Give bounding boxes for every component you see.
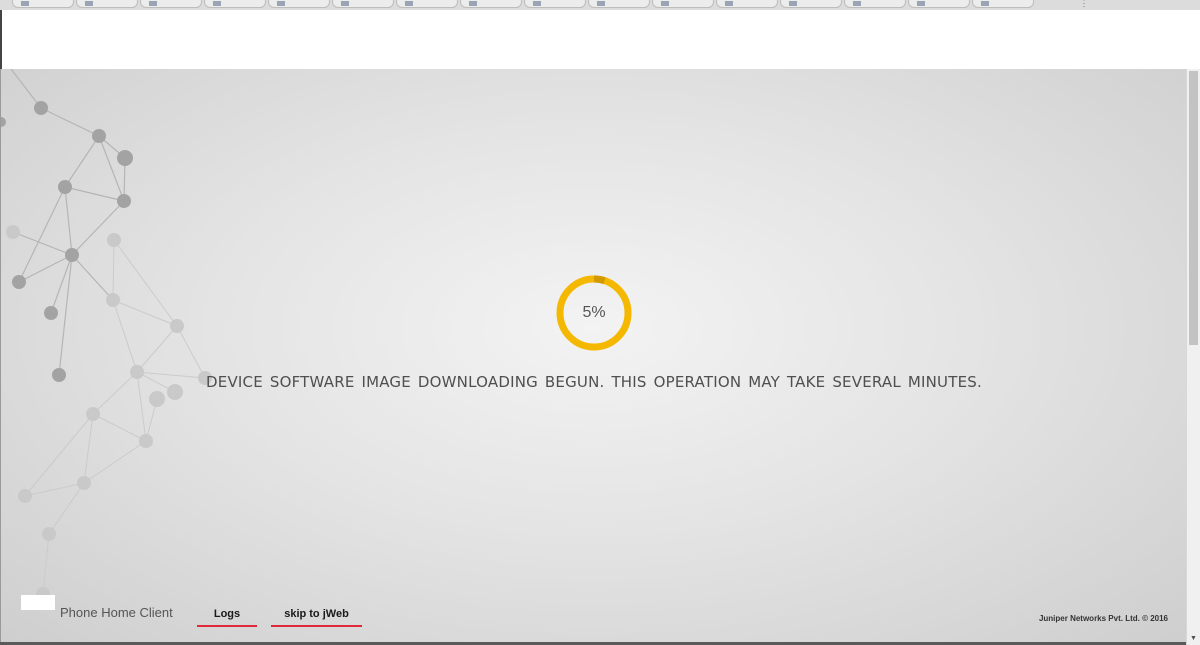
chevron-down-icon[interactable]: ▼ bbox=[1189, 635, 1198, 643]
tab-favicon-icon bbox=[661, 1, 669, 6]
tab-favicon-icon bbox=[341, 1, 349, 6]
browser-tab[interactable] bbox=[588, 0, 650, 8]
skip-to-jweb-link[interactable]: skip to jWeb bbox=[271, 608, 362, 627]
header-panel bbox=[0, 10, 1200, 69]
browser-tab[interactable] bbox=[844, 0, 906, 8]
tab-favicon-icon bbox=[85, 1, 93, 6]
network-nodes-light bbox=[6, 225, 212, 601]
tab-favicon-icon bbox=[277, 1, 285, 6]
browser-tab[interactable] bbox=[332, 0, 394, 8]
tab-favicon-icon bbox=[725, 1, 733, 6]
status-message: DEVICE SOFTWARE IMAGE DOWNLOADING BEGUN.… bbox=[206, 373, 982, 391]
tab-favicon-icon bbox=[853, 1, 861, 6]
logs-link[interactable]: Logs bbox=[197, 608, 257, 627]
tab-favicon-icon bbox=[789, 1, 797, 6]
tab-favicon-icon bbox=[981, 1, 989, 6]
network-background-graphic bbox=[1, 69, 212, 601]
three-dot-menu-icon[interactable]: ⋮ bbox=[1074, 0, 1094, 8]
network-lines-light bbox=[24, 239, 206, 595]
browser-tab[interactable] bbox=[140, 0, 202, 8]
browser-tab[interactable] bbox=[268, 0, 330, 8]
scrollbar-thumb[interactable] bbox=[1189, 71, 1198, 345]
main-content bbox=[0, 69, 1186, 645]
browser-tab[interactable] bbox=[76, 0, 138, 8]
browser-tab[interactable] bbox=[716, 0, 778, 8]
vertical-scrollbar[interactable]: ▼ bbox=[1186, 69, 1200, 645]
tab-favicon-icon bbox=[469, 1, 477, 6]
progress-percent: 5% bbox=[582, 304, 606, 321]
tab-favicon-icon bbox=[21, 1, 29, 6]
browser-tab[interactable] bbox=[204, 0, 266, 8]
browser-tab-active[interactable] bbox=[972, 0, 1034, 8]
browser-tab[interactable] bbox=[524, 0, 586, 8]
tab-favicon-icon bbox=[533, 1, 541, 6]
app-title: Phone Home Client bbox=[60, 605, 173, 620]
browser-tab[interactable] bbox=[460, 0, 522, 8]
app-logo bbox=[21, 595, 55, 610]
browser-tab-strip: ⋮ bbox=[0, 0, 1200, 10]
browser-tab[interactable] bbox=[780, 0, 842, 8]
tab-favicon-icon bbox=[149, 1, 157, 6]
tab-favicon-icon bbox=[405, 1, 413, 6]
tab-favicon-icon bbox=[597, 1, 605, 6]
copyright-text: Juniper Networks Pvt. Ltd. © 2016 bbox=[1038, 614, 1168, 623]
tab-favicon-icon bbox=[213, 1, 221, 6]
browser-tab[interactable] bbox=[12, 0, 74, 8]
tab-favicon-icon bbox=[917, 1, 925, 6]
browser-tab[interactable] bbox=[908, 0, 970, 8]
browser-tab[interactable] bbox=[396, 0, 458, 8]
browser-tab[interactable] bbox=[652, 0, 714, 8]
network-lines bbox=[10, 69, 126, 376]
